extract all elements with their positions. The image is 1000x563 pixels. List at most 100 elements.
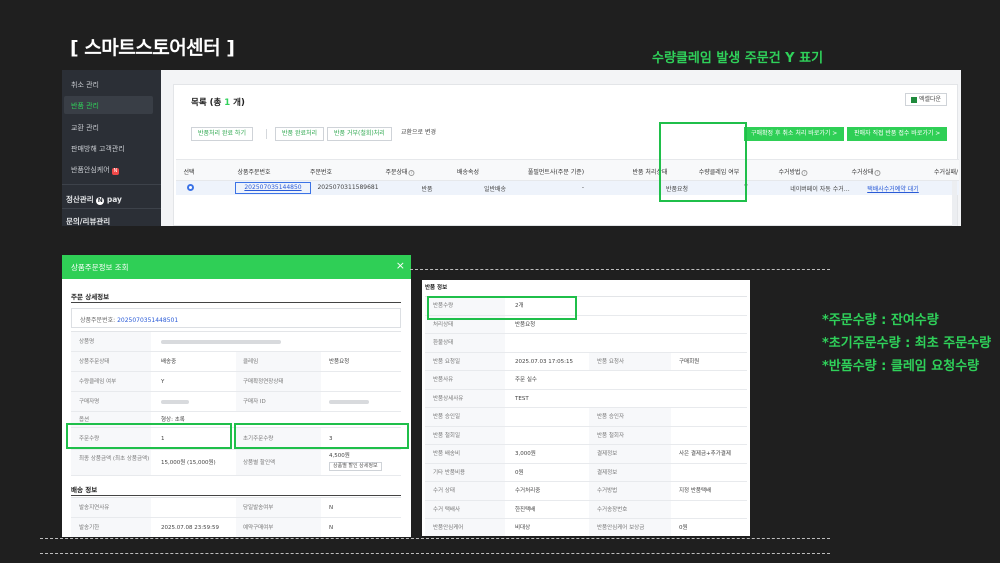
detail-row: 상품주문상태 배송중 클레임 반품요청 [71, 352, 401, 372]
claim-value: 반품요청 [515, 321, 536, 328]
claim-label: 반품사유 [433, 377, 454, 383]
sidebar: 취소 관리 반품 관리 교환 관리 판매방해 고객관리 반품안심케어 N 정산관… [62, 70, 161, 226]
claim-label: 반품 철회일 [433, 432, 461, 439]
pickup-method-cell: 네이버페이 자동 수거… [790, 186, 850, 193]
blurred-buyer-id [329, 400, 369, 404]
sidebar-item-returns[interactable]: 반품 관리 [71, 101, 99, 111]
dashed-divider [410, 269, 830, 270]
shipping-grid: 발송지연사유 당일발송여부 N 발송기한 2025.07.08 23:59:59… [71, 497, 401, 537]
value-product-discount: 4,500원 [329, 453, 350, 459]
detail-row: 발송기한 2025.07.08 23:59:59 예약구매여부 N [71, 518, 401, 537]
value-order-status: 배송중 [161, 359, 177, 365]
col-pickup-method: 수거방법? [778, 167, 808, 176]
label-same-day: 당일발송여부 [243, 505, 274, 511]
claim-value: 비대상 [515, 525, 531, 531]
claim-value: 주문 실수 [515, 377, 537, 383]
order-status-cell: 반품 [421, 186, 433, 193]
col-order-status-label: 주문상태 [385, 169, 408, 176]
help-icon[interactable]: ? [874, 169, 881, 176]
change-to-exchange-button[interactable]: 교환으로 변경 [395, 127, 443, 141]
sidebar-item-exchange[interactable]: 교환 관리 [71, 123, 99, 133]
note-initial-qty: *초기주문수량 : 최초 주문수량 [822, 336, 992, 351]
claim-label: 수거송장번호 [597, 506, 628, 513]
highlight-initial-order-qty [234, 423, 409, 449]
sidebar-item-label: 반품안심케어 [71, 166, 110, 174]
close-icon[interactable]: × [396, 259, 405, 273]
col-fulfillment: 풀필먼트사(주문 기준) [527, 169, 585, 176]
dashed-divider [40, 553, 830, 554]
sidebar-section-label: 정산관리 [66, 195, 94, 204]
list-title: 목록 (총 1 개) [191, 96, 245, 108]
label-buyer-id: 구매자 ID [243, 399, 266, 405]
return-reject-button[interactable]: 반품 거부(철회)처리 [327, 127, 392, 141]
row-select-radio[interactable] [187, 184, 194, 191]
seller-direct-return-link-button[interactable]: 판매자 직접 반품 접수 바로가기 > [847, 127, 948, 141]
col-pickup-fail: 수거실패/ [933, 169, 959, 176]
claim-value: 구매회원 [679, 358, 700, 365]
claim-grid: 반품수량 2개 처리상태 반품요청 환불상태 반품 요청일 2025.07.03 17:05… [425, 296, 747, 536]
label-ship-delay: 발송지연사유 [79, 505, 110, 511]
claim-row: 기타 반품비용 0원 결제정보 [425, 463, 747, 482]
sidebar-item-cancel[interactable]: 취소 관리 [71, 80, 99, 90]
order-no-text: 상품주문번호: 2025070351448501 [80, 315, 178, 324]
claim-label: 반품 승인자 [597, 414, 625, 420]
post-confirm-cancel-link-button[interactable]: 구매확정 후 취소 처리 바로가기 > [744, 127, 845, 141]
shipping-section-title: 배송 정보 [71, 486, 98, 494]
product-order-no-link[interactable]: 202507035144850 [244, 184, 301, 191]
col-product-order-no[interactable]: 상품주문번호 [237, 167, 270, 176]
claim-label: 반품안심케어 [433, 525, 464, 531]
order-no-value: 2025070351448501 [117, 317, 179, 324]
claim-row: 환불상태 [425, 334, 747, 353]
order-detail-section-title: 주문 상세정보 [71, 293, 110, 301]
complete-return-button[interactable]: 반품처리 완료 하기 [191, 127, 253, 141]
detail-row: 최종 상품금액 (최초 상품금액) 15,000원 (15,000원) 상품별 … [71, 450, 401, 476]
discount-detail-button[interactable]: 상품별 할인 상세정보 [329, 462, 382, 471]
sidebar-section-inquiry[interactable]: 문의/리뷰관리 [66, 216, 110, 226]
excel-download-button[interactable]: 엑셀다운 [904, 93, 947, 106]
npay-label: pay [106, 195, 122, 204]
value-same-day: N [329, 505, 334, 511]
detail-row: 상품명 [71, 332, 401, 352]
section-divider [71, 495, 401, 496]
section-divider [71, 302, 401, 303]
claim-value: TEST [515, 395, 529, 402]
divider [62, 208, 161, 209]
toolbar-separator [266, 129, 267, 139]
label-quantity-claim: 수량클레임 여부 [79, 379, 117, 385]
value-quantity-claim: Y [161, 379, 165, 385]
claim-section-title: 반품 정보 [425, 285, 448, 291]
help-icon[interactable]: ? [408, 169, 415, 176]
col-select: 선택 [183, 169, 195, 176]
sidebar-item-blocked-customers[interactable]: 판매방해 고객관리 [71, 144, 125, 154]
claim-value: 한진택배 [515, 506, 536, 513]
pickup-status-link[interactable]: 택배사수거예약 대기 [867, 184, 919, 193]
claim-row: 반품 배송비 3,000원 결제정보 사은 결제금+추가결제 [425, 445, 747, 464]
sidebar-section-settlement[interactable]: 정산관리 N pay [66, 194, 122, 205]
return-complete-process-button[interactable]: 반품 완료처리 [275, 127, 325, 141]
label-order-status: 상품주문상태 [79, 359, 110, 365]
npay-n-icon: N [96, 197, 105, 205]
label-ship-deadline: 발송기한 [79, 525, 100, 531]
claim-label: 반품 요청사 [597, 358, 625, 365]
claim-value: 사은 결제금+추가결제 [679, 451, 731, 457]
order-no-box: 상품주문번호: 2025070351448501 [71, 308, 401, 328]
order-detail-modal: 상품주문정보 조회 × 주문 상세정보 상품주문번호: 202507035144… [62, 255, 411, 537]
claim-label: 기타 반품비용 [433, 469, 466, 476]
claim-info-screenshot: 반품 정보 반품수량 2개 처리상태 반품요청 환불상태 반품 요청일 2025.07.03… [422, 280, 750, 536]
claim-label: 결제정보 [597, 451, 618, 457]
value-final-amount: 15,000원 (15,000원) [161, 460, 216, 466]
col-pickup-status: 수거상태? [851, 167, 881, 176]
table-row[interactable]: 202507035144850 2025070311589681 반품 일반배송… [176, 181, 959, 195]
list-title-prefix: 목록 (총 [191, 98, 225, 108]
help-icon[interactable]: ? [801, 169, 808, 176]
claim-row: 반품사유 주문 실수 [425, 371, 747, 390]
blurred-buyer-name [161, 400, 189, 404]
col-pickup-status-label: 수거상태 [851, 169, 874, 176]
divider [62, 184, 161, 185]
sidebar-item-return-care[interactable]: 반품안심케어 N [71, 165, 119, 175]
claim-label: 반품상세사유 [433, 395, 464, 402]
vertical-scrollbar[interactable] [952, 181, 957, 226]
col-order-no[interactable]: 주문번호 [310, 167, 332, 176]
fulfillment-cell: - [581, 184, 585, 191]
detail-row: 수량클레임 여부 Y 구매확정연장상태 [71, 372, 401, 392]
